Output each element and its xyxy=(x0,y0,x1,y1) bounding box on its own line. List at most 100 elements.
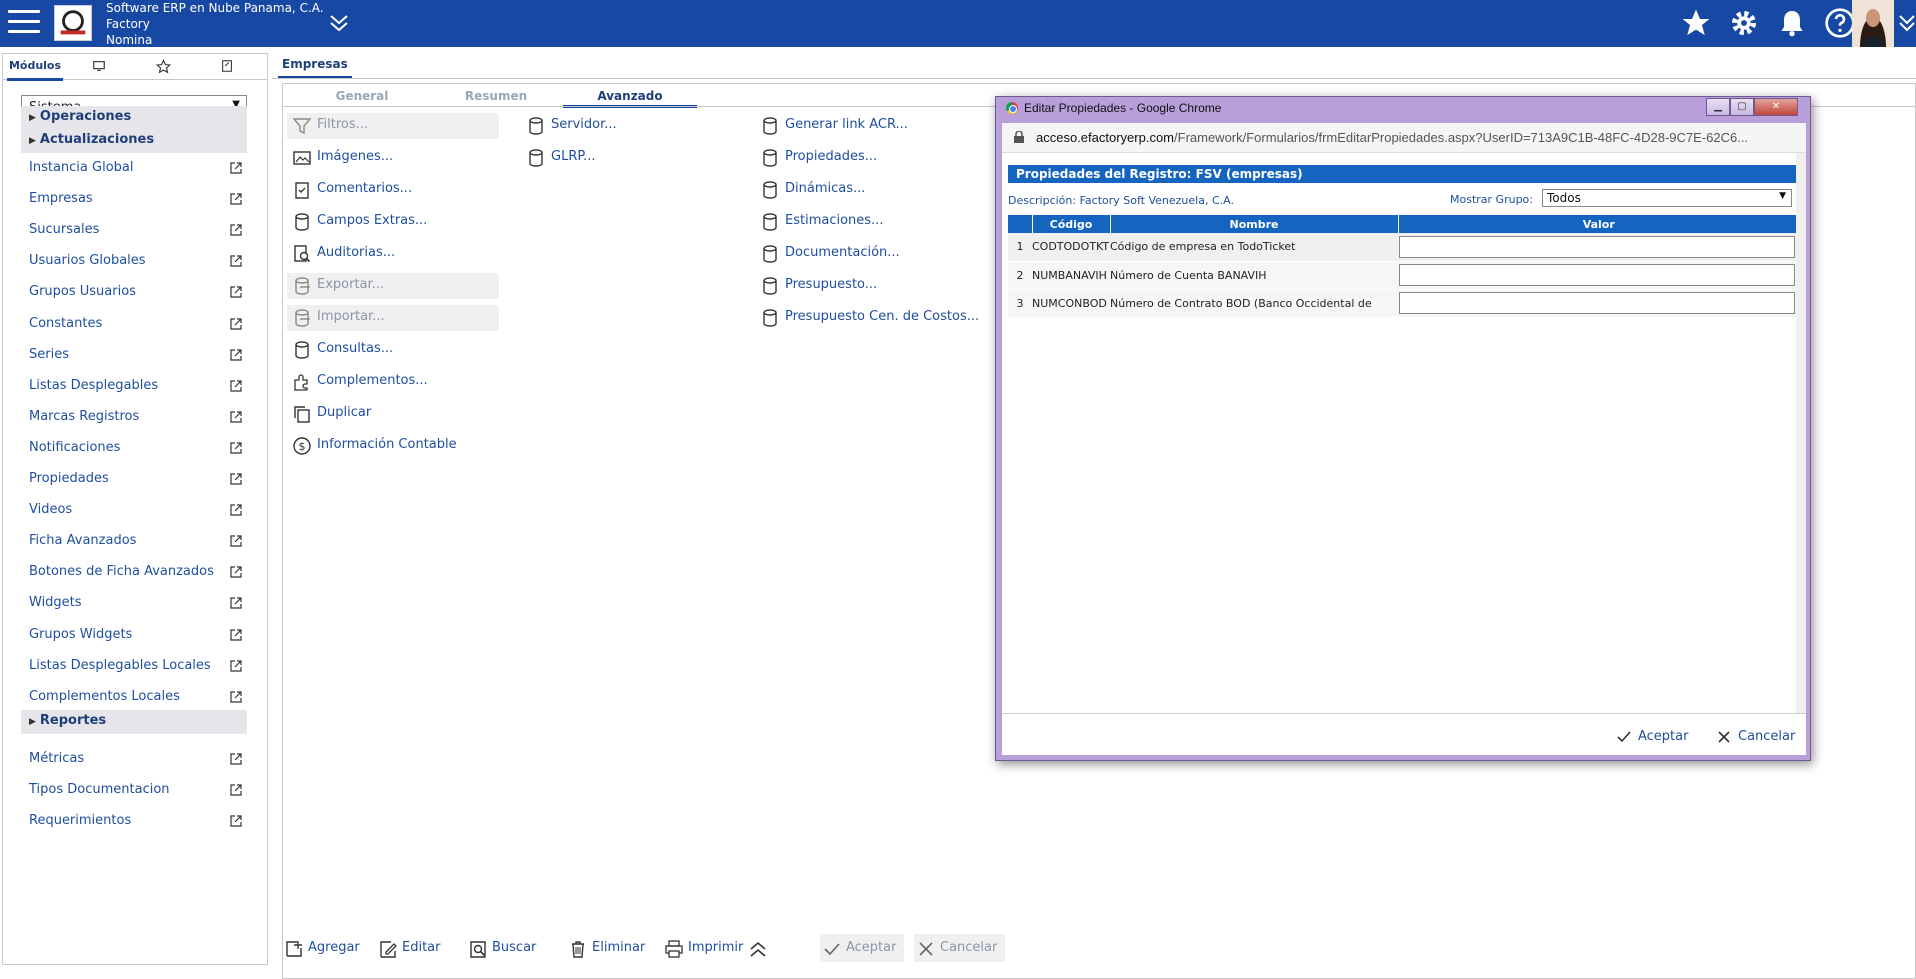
tab-general[interactable]: General xyxy=(295,84,429,106)
company-logo[interactable] xyxy=(54,5,92,41)
collapse-double-chevron-icon[interactable] xyxy=(748,940,768,958)
external-link-icon[interactable] xyxy=(229,565,243,579)
settings-gear-icon[interactable] xyxy=(1728,7,1760,39)
external-link-icon[interactable] xyxy=(229,659,243,673)
group-reportes[interactable]: ▶ Reportes xyxy=(21,710,247,734)
value-input[interactable] xyxy=(1399,292,1795,314)
action-col3-2[interactable]: Dinámicas... xyxy=(755,177,995,203)
external-link-icon[interactable] xyxy=(229,161,243,175)
sidebar-item[interactable]: Tipos Documentacion xyxy=(29,782,243,804)
sidebar-item[interactable]: Series xyxy=(29,347,243,369)
sidebar-item[interactable]: Marcas Registros xyxy=(29,409,243,431)
tab-resumen[interactable]: Resumen xyxy=(429,84,563,106)
action-col1-7[interactable]: Consultas... xyxy=(287,337,499,363)
action-col1-3[interactable]: Campos Extras... xyxy=(287,209,499,235)
action-col3-1[interactable]: Propiedades... xyxy=(755,145,995,171)
sidebar-item[interactable]: Listas Desplegables Locales xyxy=(29,658,243,680)
action-col3-4[interactable]: Documentación... xyxy=(755,241,995,267)
tab-monitor[interactable] xyxy=(67,54,131,79)
action-col1-4[interactable]: Auditorias... xyxy=(287,241,499,267)
external-link-icon[interactable] xyxy=(229,254,243,268)
action-col2-1[interactable]: GLRP... xyxy=(521,145,701,171)
sidebar-item[interactable]: Empresas xyxy=(29,191,243,213)
user-menu-chevron-icon[interactable] xyxy=(1898,10,1916,34)
sidebar-item[interactable]: Sucursales xyxy=(29,222,243,244)
cancelar-button[interactable]: Cancelar xyxy=(914,934,1006,962)
action-col3-5[interactable]: Presupuesto... xyxy=(755,273,995,299)
external-link-icon[interactable] xyxy=(229,690,243,704)
external-link-icon[interactable] xyxy=(229,410,243,424)
external-link-icon[interactable] xyxy=(229,503,243,517)
sidebar-item[interactable]: Grupos Usuarios xyxy=(29,284,243,306)
sidebar-item[interactable]: Botones de Ficha Avanzados xyxy=(29,564,243,586)
external-link-icon[interactable] xyxy=(229,752,243,766)
group-actualizaciones[interactable]: ▶ Actualizaciones xyxy=(21,129,247,153)
action-col2-0[interactable]: Servidor... xyxy=(521,113,701,139)
external-link-icon[interactable] xyxy=(229,628,243,642)
external-link-icon[interactable] xyxy=(229,192,243,206)
action-col1-6[interactable]: Importar... xyxy=(287,305,499,331)
sidebar-item[interactable]: Instancia Global xyxy=(29,160,243,182)
popup-aceptar-button[interactable]: Aceptar xyxy=(1614,727,1688,747)
external-link-icon[interactable] xyxy=(229,534,243,548)
action-col1-0[interactable]: Filtros... xyxy=(287,113,499,139)
eliminar-button[interactable]: Eliminar xyxy=(566,934,645,962)
group-operaciones[interactable]: ▶ Operaciones xyxy=(21,106,247,130)
sidebar-item[interactable]: Videos xyxy=(29,502,243,524)
external-link-icon[interactable] xyxy=(229,596,243,610)
sidebar-item[interactable]: Usuarios Globales xyxy=(29,253,243,275)
maximize-button[interactable]: ▢ xyxy=(1730,98,1754,116)
value-input[interactable] xyxy=(1399,264,1795,286)
action-col3-3[interactable]: Estimaciones... xyxy=(755,209,995,235)
minimize-button[interactable]: ▁ xyxy=(1706,98,1730,116)
sidebar-item[interactable]: Propiedades xyxy=(29,471,243,493)
action-col1-9[interactable]: Duplicar xyxy=(287,401,499,427)
favorites-star-icon[interactable] xyxy=(1680,7,1712,39)
group-filter-select[interactable]: Todos ▼ xyxy=(1542,189,1792,207)
tab-avanzado[interactable]: Avanzado xyxy=(563,84,697,108)
popup-scrollbar[interactable] xyxy=(1796,153,1806,713)
external-link-icon[interactable] xyxy=(229,379,243,393)
sidebar-item[interactable]: Constantes xyxy=(29,316,243,338)
tab-notes[interactable] xyxy=(195,54,259,79)
action-col1-2[interactable]: Comentarios... xyxy=(287,177,499,203)
action-col3-6[interactable]: Presupuesto Cen. de Costos... xyxy=(755,305,995,331)
notifications-bell-icon[interactable] xyxy=(1776,7,1808,39)
imprimir-button[interactable]: Imprimir xyxy=(662,934,743,962)
external-link-icon[interactable] xyxy=(229,814,243,828)
agregar-button[interactable]: Agregar xyxy=(282,934,360,962)
external-link-icon[interactable] xyxy=(229,441,243,455)
external-link-icon[interactable] xyxy=(229,285,243,299)
tab-empresas[interactable]: Empresas xyxy=(278,53,352,79)
action-col1-5[interactable]: Exportar... xyxy=(287,273,499,299)
tab-modulos[interactable]: Módulos xyxy=(3,54,67,81)
external-link-icon[interactable] xyxy=(229,348,243,362)
sidebar-item[interactable]: Widgets xyxy=(29,595,243,617)
external-link-icon[interactable] xyxy=(229,223,243,237)
external-link-icon[interactable] xyxy=(229,472,243,486)
address-bar[interactable]: acceso.efactoryerp.com/Framework/Formula… xyxy=(1002,123,1806,153)
sidebar-item[interactable]: Notificaciones xyxy=(29,440,243,462)
sidebar-item[interactable]: Grupos Widgets xyxy=(29,627,243,649)
editar-button[interactable]: Editar xyxy=(376,934,441,962)
popup-cancelar-button[interactable]: Cancelar xyxy=(1714,727,1795,747)
sidebar-item[interactable]: Ficha Avanzados xyxy=(29,533,243,555)
external-link-icon[interactable] xyxy=(229,783,243,797)
value-input[interactable] xyxy=(1399,235,1795,258)
external-link-icon[interactable] xyxy=(229,317,243,331)
sidebar-item[interactable]: Complementos Locales xyxy=(29,689,243,711)
aceptar-button[interactable]: Aceptar xyxy=(820,934,905,962)
action-col1-8[interactable]: Complementos... xyxy=(287,369,499,395)
sidebar-item[interactable]: Listas Desplegables xyxy=(29,378,243,400)
sidebar-item[interactable]: Métricas xyxy=(29,751,243,773)
hamburger-menu-icon[interactable] xyxy=(8,10,40,36)
buscar-button[interactable]: Buscar xyxy=(466,934,536,962)
close-window-button[interactable]: ✕ xyxy=(1754,98,1798,116)
expand-chevron-icon[interactable] xyxy=(328,10,350,34)
action-col1-1[interactable]: Imágenes... xyxy=(287,145,499,171)
user-avatar[interactable] xyxy=(1852,0,1894,47)
action-col1-10[interactable]: $ Información Contable xyxy=(287,433,499,459)
action-col3-0[interactable]: Generar link ACR... xyxy=(755,113,995,139)
sidebar-item[interactable]: Requerimientos xyxy=(29,813,243,835)
tab-favorites[interactable] xyxy=(131,54,195,79)
